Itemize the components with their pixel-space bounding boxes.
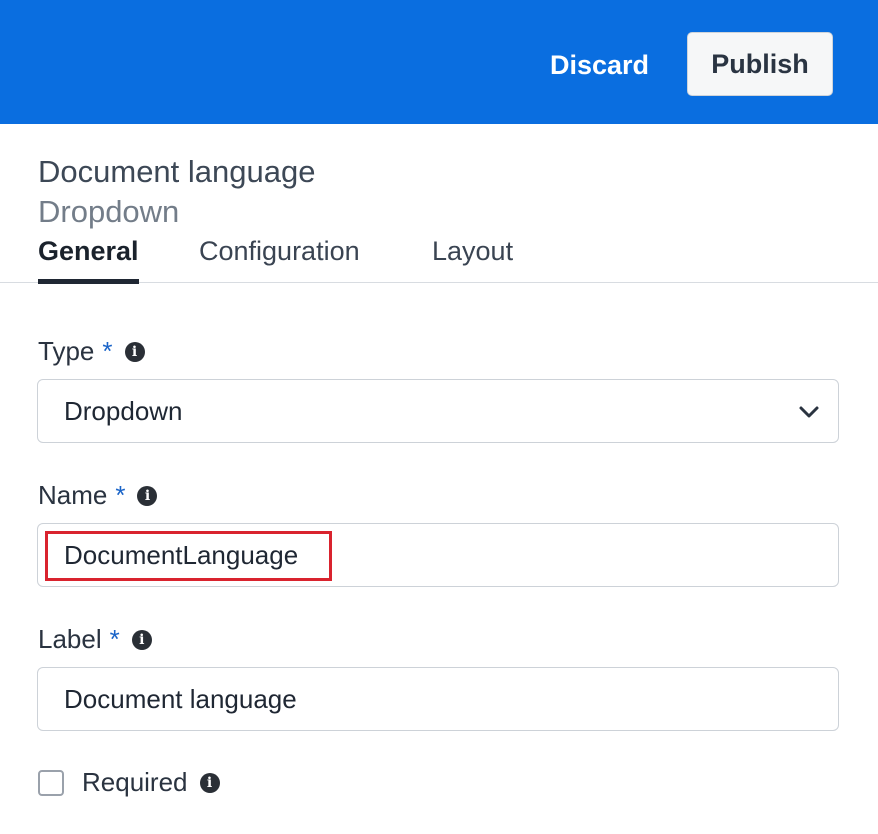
- name-field-label: Name * i: [38, 480, 158, 511]
- required-star: *: [115, 480, 126, 510]
- info-icon[interactable]: i: [124, 341, 145, 362]
- tab-general[interactable]: General: [38, 236, 139, 284]
- chevron-down-icon: [799, 406, 819, 418]
- discard-button[interactable]: Discard: [536, 40, 663, 90]
- name-label-text: Name: [38, 480, 108, 510]
- type-select-value: Dropdown: [64, 396, 183, 426]
- label-field-label: Label * i: [38, 624, 152, 655]
- required-checkbox-label: Required i: [82, 767, 220, 798]
- page-title: Document language: [38, 154, 316, 189]
- publish-button[interactable]: Publish: [687, 32, 833, 96]
- type-label-text: Type: [38, 336, 95, 366]
- info-icon[interactable]: i: [131, 629, 152, 650]
- label-input[interactable]: Document language: [37, 667, 839, 731]
- type-select[interactable]: Dropdown: [37, 379, 839, 443]
- tab-layout[interactable]: Layout: [432, 236, 513, 282]
- info-icon[interactable]: i: [199, 772, 220, 793]
- required-star: *: [109, 624, 120, 654]
- info-icon[interactable]: i: [137, 485, 158, 506]
- required-checkbox[interactable]: [38, 770, 64, 796]
- type-field-label: Type * i: [38, 336, 145, 367]
- top-toolbar: Discard Publish: [0, 0, 878, 124]
- required-label-text[interactable]: Required: [82, 767, 188, 798]
- tab-configuration[interactable]: Configuration: [199, 236, 360, 282]
- label-input-value: Document language: [64, 684, 297, 714]
- required-star: *: [102, 336, 113, 366]
- highlight-box: [45, 531, 332, 581]
- label-label-text: Label: [38, 624, 102, 654]
- tab-bar: General Configuration Layout: [0, 230, 878, 284]
- page-subtitle: Dropdown: [38, 194, 180, 229]
